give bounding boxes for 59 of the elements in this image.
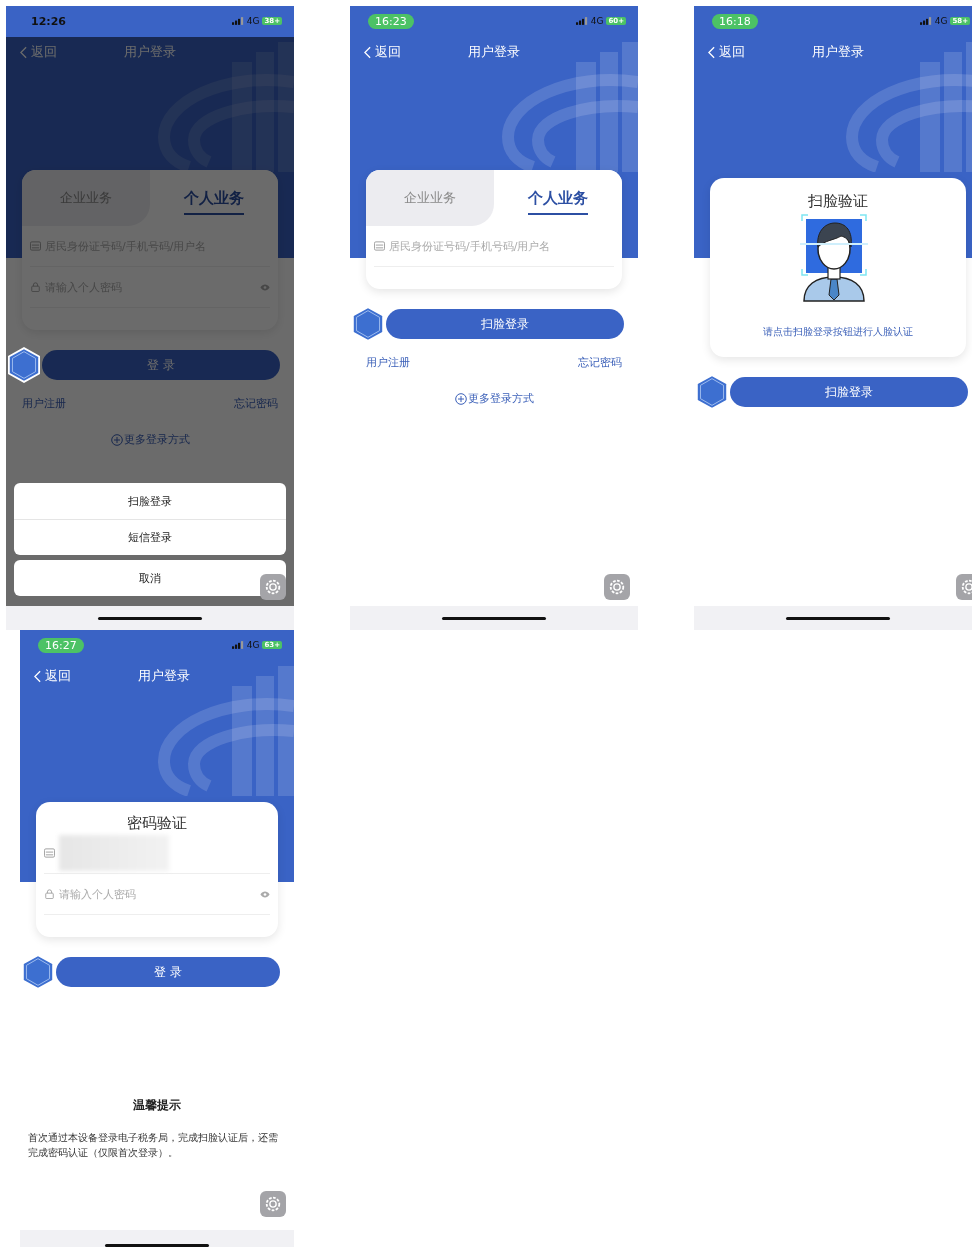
network-label: 4G [590, 16, 604, 26]
sheet-option[interactable]: 扫脸登录 [14, 483, 286, 519]
back-button[interactable]: 返回 [20, 667, 120, 685]
settings-icon [608, 578, 626, 596]
plus-circle-icon [454, 392, 467, 405]
network-label: 4G [246, 640, 260, 650]
settings-button[interactable] [604, 574, 630, 600]
hexagon-badge-icon[interactable] [352, 305, 384, 343]
text-link[interactable]: 忘记密码 [578, 355, 622, 370]
chevron-left-icon [20, 45, 27, 59]
tip-text: 首次通过本设备登录电子税务局，完成扫脸认证后，还需完成密码认证（仅限首次登录）。 [28, 1131, 279, 1161]
signal-icon [575, 17, 588, 25]
id-card-icon [44, 848, 55, 858]
face-hint: 请点击扫脸登录按钮进行人脸认证 [763, 325, 913, 339]
sheet-option[interactable]: 短信登录 [14, 519, 286, 555]
lock-icon [30, 282, 41, 292]
page-title: 用户登录 [123, 43, 177, 61]
tip-title: 温馨提示 [133, 1097, 181, 1114]
settings-button[interactable] [260, 574, 286, 600]
settings-button[interactable] [260, 1191, 286, 1217]
input-field[interactable] [44, 833, 270, 874]
card-title: 扫脸验证 [808, 192, 868, 211]
hexagon-badge-icon[interactable] [696, 373, 728, 411]
network-label: 4G [246, 16, 260, 26]
tab[interactable]: 企业业务 [366, 170, 494, 226]
primary-button[interactable]: 登 录 [56, 957, 280, 987]
chevron-left-icon [34, 669, 41, 683]
primary-button[interactable]: 扫脸登录 [730, 377, 968, 407]
page-title: 用户登录 [137, 667, 191, 685]
text-link[interactable]: 用户注册 [366, 355, 410, 370]
chevron-left-icon [364, 45, 371, 59]
signal-icon [231, 17, 244, 25]
signal-icon [231, 641, 244, 649]
id-card-icon [374, 241, 385, 251]
text-link[interactable]: 用户注册 [22, 396, 66, 411]
hexagon-badge-icon[interactable] [22, 953, 54, 991]
back-button[interactable]: 返回 [350, 43, 450, 61]
card-title: 密码验证 [126, 814, 188, 833]
status-time: 12:26 [30, 13, 67, 29]
settings-icon [264, 578, 282, 596]
chevron-left-icon [708, 45, 715, 59]
back-button[interactable]: 返回 [694, 43, 794, 61]
primary-button[interactable]: 登 录 [42, 350, 280, 380]
text-link[interactable]: 忘记密码 [234, 396, 278, 411]
hexagon-badge-icon[interactable] [8, 346, 40, 384]
settings-icon [264, 1195, 282, 1213]
eye-icon [260, 283, 270, 291]
id-card-icon [30, 241, 41, 251]
cancel-button[interactable]: 取消 [14, 560, 286, 596]
more-login-link[interactable]: 更多登录方式 [104, 431, 196, 448]
page-title: 用户登录 [811, 43, 865, 61]
more-login-link[interactable]: 更多登录方式 [448, 390, 540, 407]
signal-icon [919, 17, 932, 25]
page-title: 用户登录 [467, 43, 521, 61]
network-label: 4G [934, 16, 948, 26]
plus-circle-icon [110, 433, 123, 446]
primary-button[interactable]: 扫脸登录 [386, 309, 624, 339]
eye-icon [260, 890, 270, 898]
lock-icon [44, 889, 55, 899]
